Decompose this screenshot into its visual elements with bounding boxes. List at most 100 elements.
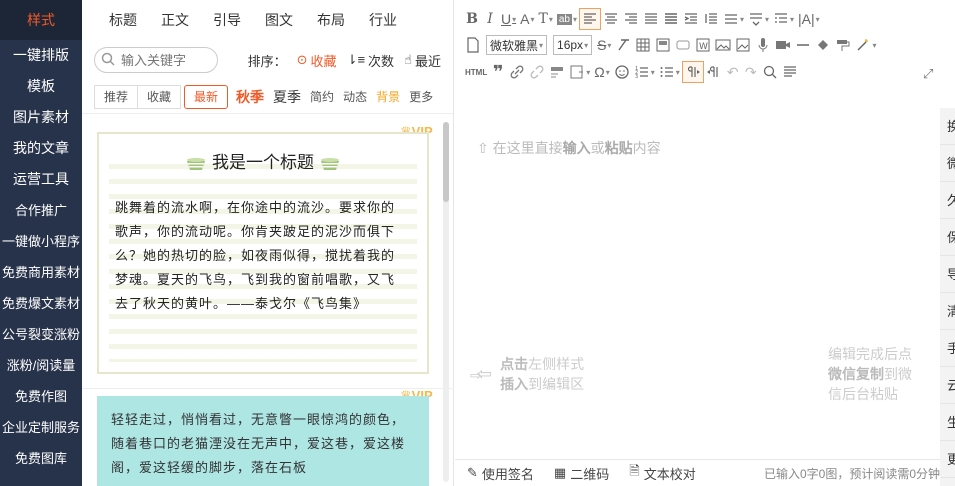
- right-action-item[interactable]: 导: [940, 256, 955, 293]
- tag-background[interactable]: 背景: [376, 88, 400, 105]
- nav-item-enterprise-service[interactable]: 企业定制服务: [0, 412, 82, 443]
- table-icon[interactable]: [633, 34, 653, 56]
- line-spacing-icon[interactable]: [701, 8, 721, 30]
- nav-item-free-gallery[interactable]: 免费图库: [0, 443, 82, 474]
- right-action-item[interactable]: 云: [940, 367, 955, 404]
- text-format-icon[interactable]: T ▾: [537, 8, 555, 30]
- link-icon[interactable]: [507, 61, 527, 83]
- nav-item-mini-program[interactable]: 一键做小程序: [0, 226, 82, 257]
- find-replace-icon[interactable]: [760, 61, 780, 83]
- qrcode-button[interactable]: ▦ 二维码: [554, 464, 609, 483]
- right-action-item[interactable]: 保: [940, 219, 955, 256]
- sort-by-favorites[interactable]: ⊙ 收藏: [297, 51, 337, 70]
- magic-wand-icon[interactable]: ▾: [853, 34, 878, 56]
- fullscreen-icon[interactable]: ⤢: [923, 66, 933, 82]
- sort-by-count[interactable]: ⇂≡ 次数: [347, 51, 395, 70]
- tag-more[interactable]: 更多: [409, 88, 433, 105]
- font-color-icon[interactable]: A ▾: [518, 8, 536, 30]
- right-action-item[interactable]: 生: [940, 404, 955, 441]
- document-icon[interactable]: [463, 34, 483, 56]
- horizontal-rule-icon[interactable]: [793, 34, 813, 56]
- strikethrough-icon[interactable]: S ▾: [595, 34, 613, 56]
- video-icon[interactable]: [773, 34, 793, 56]
- bullet-list-icon[interactable]: ▾: [657, 61, 682, 83]
- format-all-icon[interactable]: [780, 61, 800, 83]
- redo-icon[interactable]: ↷: [742, 61, 760, 83]
- nav-item-free-design[interactable]: 免费作图: [0, 381, 82, 412]
- undo-icon[interactable]: ↶: [724, 61, 742, 83]
- right-action-item[interactable]: 更: [940, 441, 955, 478]
- rtl-direction-icon[interactable]: [704, 61, 724, 83]
- use-signature-button[interactable]: ✎ 使用签名: [467, 464, 534, 483]
- font-size-select[interactable]: 16px ▾: [553, 35, 593, 55]
- nav-item-partnership[interactable]: 合作推广: [0, 195, 82, 226]
- paint-bucket-icon[interactable]: [813, 34, 833, 56]
- nav-item-operation-tools[interactable]: 运营工具: [0, 164, 82, 195]
- filter-latest[interactable]: 最新: [184, 84, 229, 109]
- html-source-icon[interactable]: HTML: [463, 61, 489, 83]
- nav-item-my-articles[interactable]: 我的文章: [0, 133, 82, 164]
- format-painter-icon[interactable]: [833, 34, 853, 56]
- nav-item-one-click-layout[interactable]: 一键排版: [0, 40, 82, 71]
- multi-image-icon[interactable]: [733, 34, 753, 56]
- align-justify-icon[interactable]: [641, 8, 661, 30]
- clear-format-icon[interactable]: [613, 34, 633, 56]
- tag-summer[interactable]: 夏季: [273, 87, 301, 107]
- sort-by-recent[interactable]: ☝ 最近: [404, 51, 441, 70]
- tab-layout[interactable]: 布局: [305, 10, 357, 30]
- proofread-button[interactable]: 🗎 文本校对: [629, 462, 695, 484]
- mini-program-icon[interactable]: [547, 61, 567, 83]
- spacing-after-icon[interactable]: ▾: [746, 8, 771, 30]
- panel-scrollbar-thumb[interactable]: [443, 122, 449, 202]
- blockquote-icon[interactable]: ❞: [489, 61, 507, 83]
- right-action-item[interactable]: 微: [940, 145, 955, 182]
- tab-title[interactable]: 标题: [97, 10, 149, 30]
- word-import-icon[interactable]: W: [693, 34, 713, 56]
- font-family-select[interactable]: 微软雅黑 ▾: [486, 35, 548, 55]
- ltr-direction-icon[interactable]: [681, 61, 704, 83]
- paragraph-spacing-icon[interactable]: ▾: [721, 8, 746, 30]
- nav-item-reads-boost[interactable]: 涨粉/阅读量: [0, 350, 82, 381]
- bold-icon[interactable]: B: [463, 8, 481, 30]
- italic-icon[interactable]: I: [481, 8, 499, 30]
- editor-placeholder[interactable]: ⇧ 在这里直接输入或粘贴内容: [477, 138, 661, 158]
- nav-item-free-commercial-assets[interactable]: 免费商用素材: [0, 257, 82, 288]
- tab-body[interactable]: 正文: [149, 10, 201, 30]
- justify-distribute-icon[interactable]: [661, 8, 681, 30]
- emoji-icon[interactable]: [612, 61, 632, 83]
- tab-industry[interactable]: 行业: [357, 10, 409, 30]
- image-grid-icon[interactable]: [653, 34, 673, 56]
- right-action-item[interactable]: 手: [940, 330, 955, 367]
- right-action-item[interactable]: 清: [940, 293, 955, 330]
- tab-image-text[interactable]: 图文: [253, 10, 305, 30]
- indent-icon[interactable]: [681, 8, 701, 30]
- list-indent-icon[interactable]: ▾: [771, 8, 796, 30]
- style-card-teal[interactable]: 轻轻走过，悄悄看过，无意瞥一眼惊鸿的颜色，随着巷口的老猫湮没在无声中，爱这巷，爱…: [97, 396, 429, 486]
- nav-item-styles[interactable]: 样式: [0, 0, 82, 40]
- tab-guide[interactable]: 引导: [201, 10, 253, 30]
- nav-item-templates[interactable]: 模板: [0, 71, 82, 102]
- audio-icon[interactable]: [753, 34, 773, 56]
- unlink-icon[interactable]: [527, 61, 547, 83]
- letter-spacing-icon[interactable]: |A| ▾: [796, 8, 822, 30]
- tag-animated[interactable]: 动态: [343, 88, 367, 105]
- nav-item-free-viral-assets[interactable]: 免费爆文素材: [0, 288, 82, 319]
- tag-autumn[interactable]: 秋季: [236, 87, 264, 107]
- image-icon[interactable]: [713, 34, 733, 56]
- nav-item-image-assets[interactable]: 图片素材: [0, 102, 82, 133]
- ordered-list-icon[interactable]: 1 2 3 ▾: [632, 61, 657, 83]
- link-card-icon[interactable]: [673, 34, 693, 56]
- nav-item-follower-growth[interactable]: 公号裂变涨粉: [0, 319, 82, 350]
- right-action-item[interactable]: 久: [940, 182, 955, 219]
- search-input[interactable]: [121, 52, 209, 68]
- insert-frame-icon[interactable]: ▾: [567, 61, 592, 83]
- style-card-title[interactable]: 我是一个标题 跳舞着的流水啊，在你途中的流沙。要求你的歌声，你的流动呢。你肯夹跛…: [97, 132, 429, 374]
- special-char-icon[interactable]: Ω ▾: [592, 61, 611, 83]
- align-center-icon[interactable]: [601, 8, 621, 30]
- align-left-icon[interactable]: [579, 8, 601, 30]
- tag-simple[interactable]: 简约: [310, 88, 334, 105]
- align-right-icon[interactable]: [621, 8, 641, 30]
- background-color-icon[interactable]: ab ▾: [555, 8, 579, 30]
- right-action-item[interactable]: 换: [940, 108, 955, 145]
- filter-favorites[interactable]: 收藏: [137, 84, 182, 109]
